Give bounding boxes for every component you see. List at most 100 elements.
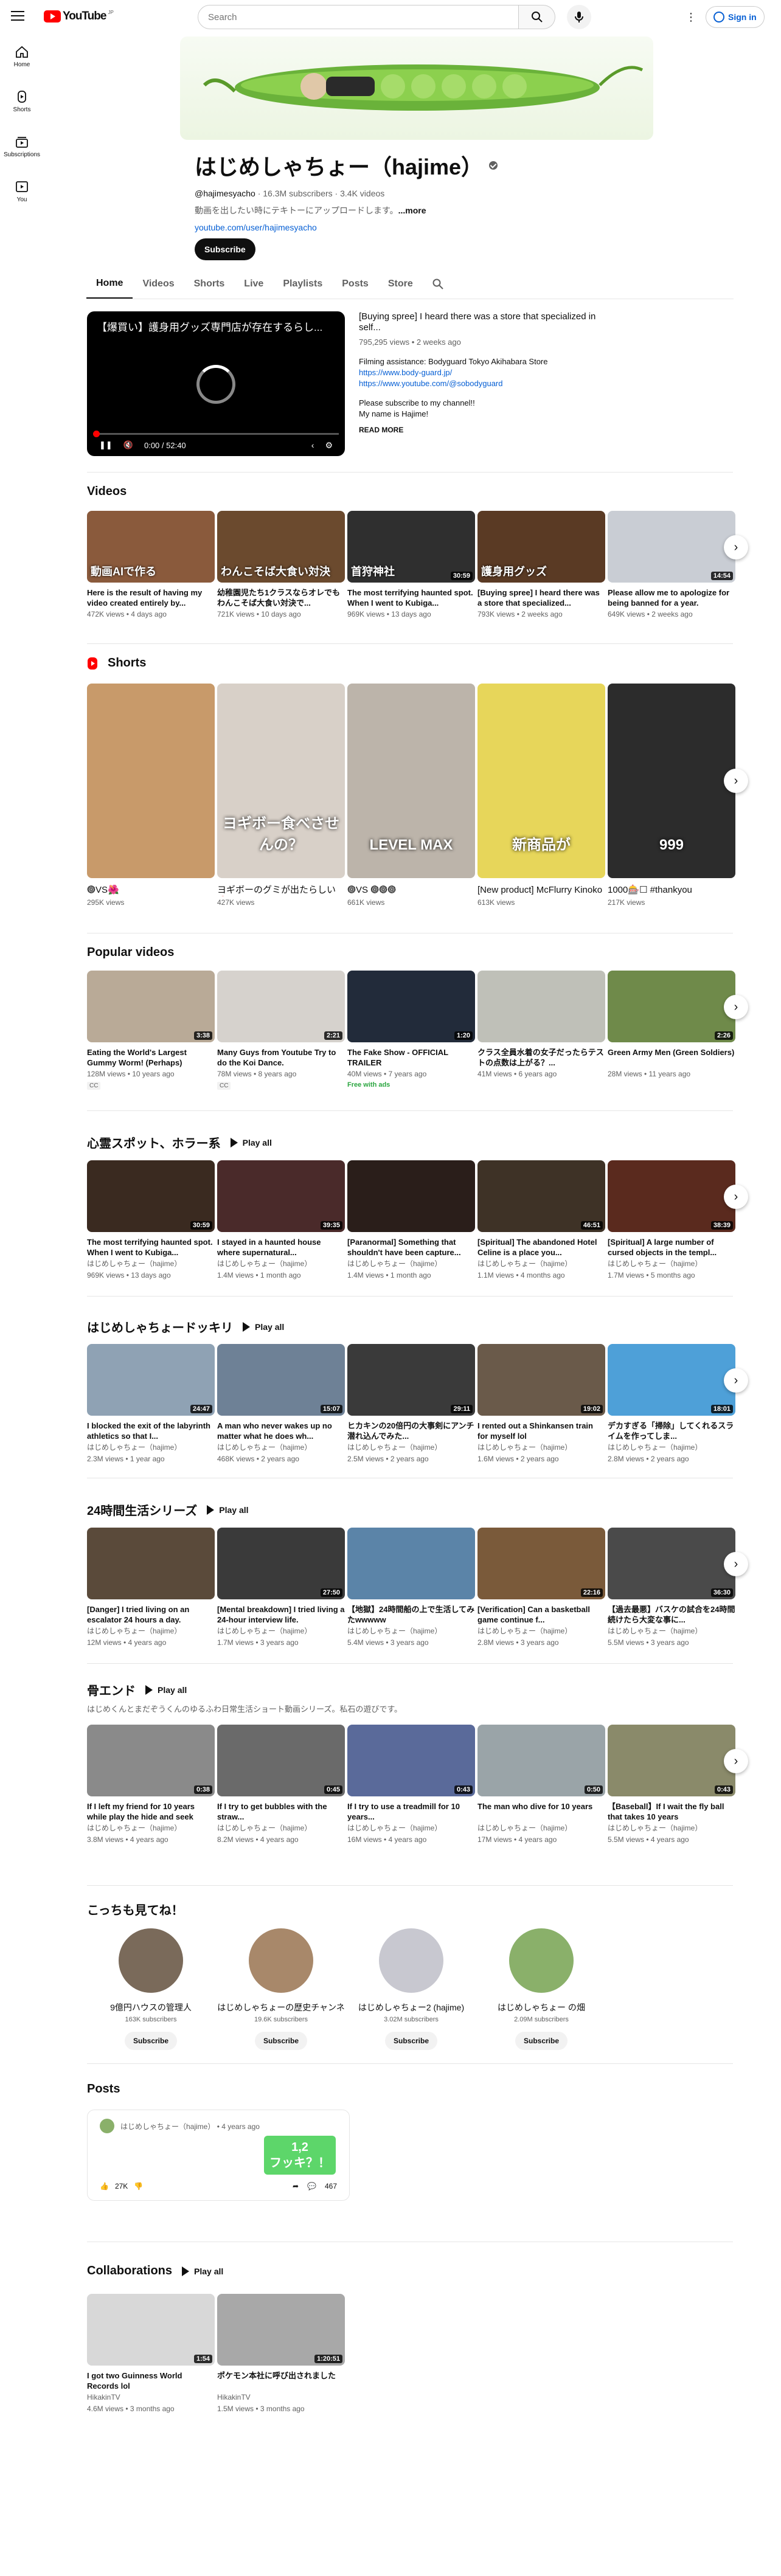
video-thumbnail[interactable]: 29:11 <box>347 1344 475 1416</box>
channel-name[interactable]: はじめしゃちょー（hajime） <box>608 1442 735 1453</box>
video-card[interactable]: 30:59 The most terrifying haunted spot. W… <box>87 1160 215 1281</box>
video-title[interactable]: If I try to use a treadmill for 10 years… <box>347 1801 475 1822</box>
video-thumbnail[interactable]: 46:51 <box>477 1160 605 1232</box>
video-thumbnail[interactable]: 0:38 <box>87 1725 215 1796</box>
video-thumbnail[interactable]: 動画AIで作る <box>87 511 215 583</box>
channel-name[interactable]: はじめしゃちょー（hajime） <box>87 1626 215 1636</box>
featured-channel-card[interactable]: 9億円ハウスの管理人 163K subscribers Subscribe <box>86 1928 216 2050</box>
short-card[interactable]: ヨギボー食べさせんの？ ヨギボーのグミが出たらしい❗️！！ 427K views <box>217 684 345 908</box>
read-more-link[interactable]: READ MORE <box>359 424 614 435</box>
next-arrow-button[interactable]: › <box>724 995 748 1019</box>
channel-name[interactable]: 9億円ハウスの管理人 <box>86 2001 216 2013</box>
share-icon[interactable]: ➦ <box>293 2182 299 2190</box>
video-title[interactable]: [Mental breakdown] I tried living a 24-h… <box>217 1604 345 1625</box>
video-title[interactable]: [Buying spree] I heard there was a store… <box>477 587 605 608</box>
play-all-button[interactable]: Play all <box>207 1505 248 1515</box>
video-thumbnail[interactable]: 22:16 <box>477 1528 605 1599</box>
featured-channel-card[interactable]: はじめしゃちょー の畑 2.09M subscribers Subscribe <box>476 1928 606 2050</box>
subscribe-button[interactable]: Subscribe <box>124 2032 178 2050</box>
video-card[interactable]: 動画AIで作る Here is the result of having my v… <box>87 511 215 620</box>
channel-name[interactable]: HikakinTV <box>87 2392 215 2403</box>
video-thumbnail[interactable] <box>87 1528 215 1599</box>
next-arrow-button[interactable]: › <box>724 1185 748 1209</box>
featured-title[interactable]: [Buying spree] I heard there was a store… <box>359 311 614 333</box>
tab-posts[interactable]: Posts <box>332 269 378 299</box>
channel-name[interactable]: はじめしゃちょー の畑 <box>476 2001 606 2013</box>
volume-icon[interactable]: 🔇 <box>123 440 133 450</box>
play-all-button[interactable]: Play all <box>145 1685 187 1695</box>
video-title[interactable]: Please allow me to apologize for being b… <box>608 587 735 608</box>
video-thumbnail[interactable]: 15:07 <box>217 1344 345 1416</box>
video-card[interactable]: 0:43 【Baseball】If I wait the fly ball tha… <box>608 1725 735 1845</box>
channel-name[interactable]: はじめしゃちょー（hajime） <box>347 1626 475 1636</box>
sidebar-item-shorts[interactable]: Shorts <box>0 79 44 124</box>
video-card[interactable]: 0:38 If I left my friend for 10 years whi… <box>87 1725 215 1845</box>
video-title[interactable]: 【地獄】24時間船の上で生活してみたwwwww <box>347 1604 475 1625</box>
video-card[interactable]: 46:51 [Spiritual] The abandoned Hotel Cel… <box>477 1160 605 1281</box>
video-card[interactable]: 22:16 [Verification] Can a basketball gam… <box>477 1528 605 1648</box>
video-title[interactable]: The most terrifying haunted spot. When I… <box>87 1237 215 1258</box>
video-thumbnail[interactable]: 19:02 <box>477 1344 605 1416</box>
section-title-horror[interactable]: 心霊スポット、ホラー系 Play all <box>87 1134 272 1151</box>
video-thumbnail[interactable]: 2:26 <box>608 971 735 1042</box>
video-card[interactable]: 38:39 [Spiritual] A large number of curse… <box>608 1160 735 1281</box>
video-title[interactable]: The Fake Show - OFFICIAL TRAILER <box>347 1047 475 1068</box>
video-title[interactable]: デカすぎる「掃除」してくれるスライムを作ってしま... <box>608 1421 735 1441</box>
youtube-logo[interactable]: YouTube JP <box>44 10 114 23</box>
channel-name[interactable]: はじめしゃちょー（hajime） <box>87 1259 215 1269</box>
video-title[interactable]: 【Baseball】If I wait the fly ball that ta… <box>608 1801 735 1822</box>
tab-live[interactable]: Live <box>234 269 273 299</box>
short-title[interactable]: 𖣐VS 𖣐𖣐𖣐 <box>347 884 475 896</box>
short-thumbnail[interactable]: 新商品が <box>477 684 605 878</box>
video-thumbnail[interactable]: 1:54 <box>87 2294 215 2366</box>
video-title[interactable]: 【過去最悪】バスケの試合を24時間続けたら大変な事に... <box>608 1604 735 1625</box>
channel-avatar[interactable] <box>119 1928 183 1993</box>
short-thumbnail[interactable]: ヨギボー食べさせんの？ <box>217 684 345 878</box>
short-card[interactable]: 999 1000🎰☐ #thankyou 217K views <box>608 684 735 908</box>
channel-name[interactable]: はじめしゃちょー（hajime） <box>217 1626 345 1636</box>
video-card[interactable]: 0:43 If I try to use a treadmill for 10 y… <box>347 1725 475 1845</box>
video-card[interactable]: 19:02 I rented out a Shinkansen train for… <box>477 1344 605 1464</box>
video-title[interactable]: [Paranormal] Something that shouldn't ha… <box>347 1237 475 1258</box>
video-thumbnail[interactable]: わんこそば大食い対決 <box>217 511 345 583</box>
channel-name[interactable]: はじめしゃちょー（hajime） <box>608 1626 735 1636</box>
section-title-posts[interactable]: Posts <box>87 2082 120 2096</box>
next-arrow-button[interactable]: › <box>724 1749 748 1773</box>
section-title-dokkiri[interactable]: はじめしゃちょードッキリ Play all <box>87 1318 284 1335</box>
channel-link[interactable]: youtube.com/user/hajimesyacho <box>195 223 498 232</box>
video-thumbnail[interactable]: 30:59 <box>87 1160 215 1232</box>
video-title[interactable]: [Spiritual] A large number of cursed obj… <box>608 1237 735 1258</box>
section-title-24h[interactable]: 24時間生活シリーズ Play all <box>87 1501 249 1518</box>
featured-link-1[interactable]: https://www.body-guard.jp/ <box>359 367 614 378</box>
video-card[interactable]: 36:30 【過去最悪】バスケの試合を24時間続けたら大変な事に... はじめしゃち… <box>608 1528 735 1648</box>
video-card[interactable]: 1:54 I got two Guinness World Records lol… <box>87 2294 215 2414</box>
video-title[interactable]: I rented out a Shinkansen train for myse… <box>477 1421 605 1441</box>
settings-gear-icon[interactable]: ⚙ <box>325 440 333 451</box>
next-arrow-button[interactable]: › <box>724 1368 748 1393</box>
tab-playlists[interactable]: Playlists <box>273 269 332 299</box>
section-title-featured-channels[interactable]: こっちも見てね！ <box>87 1900 184 1918</box>
video-card[interactable]: 1:20:51 ポケモン本社に呼び出されました HikakinTV 1.5M view… <box>217 2294 345 2414</box>
channel-name[interactable]: はじめしゃちょー（hajime） <box>477 1823 605 1833</box>
channel-name[interactable]: HikakinTV <box>217 2392 345 2403</box>
video-thumbnail[interactable]: 27:50 <box>217 1528 345 1599</box>
video-card[interactable]: 29:11 ヒカキンの20倍円の大事剣にアンチ潜れ込んでみた... はじめしゃちょー… <box>347 1344 475 1464</box>
channel-name[interactable]: はじめしゃちょー（hajime） <box>608 1823 735 1833</box>
featured-video-player[interactable]: 【爆買い】護身用グッズ専門店が存在するらし... ❚❚ 🔇 0:00 / 52:… <box>87 311 345 456</box>
short-title[interactable]: [New product] McFlurry Kinoko no Yama an… <box>477 884 605 896</box>
channel-search-button[interactable] <box>423 269 453 299</box>
search-button[interactable] <box>519 5 555 29</box>
video-card[interactable]: 14:54 Please allow me to apologize for be… <box>608 511 735 620</box>
video-card[interactable]: 27:50 [Mental breakdown] I tried living a… <box>217 1528 345 1648</box>
video-card[interactable]: 0:50 The man who dive for 10 years はじめしゃちょ… <box>477 1725 605 1845</box>
channel-name[interactable]: はじめしゃちょー（hajime） <box>347 1442 475 1453</box>
video-title[interactable]: If I left my friend for 10 years while p… <box>87 1801 215 1822</box>
video-card[interactable]: 【地獄】24時間船の上で生活してみたwwwww はじめしゃちょー（hajime） 5… <box>347 1528 475 1648</box>
pause-icon[interactable]: ❚❚ <box>99 440 113 450</box>
channel-name[interactable]: はじめしゃちょー（hajime） <box>477 1442 605 1453</box>
video-thumbnail[interactable]: 36:30 <box>608 1528 735 1599</box>
video-thumbnail[interactable]: 0:45 <box>217 1725 345 1796</box>
video-title[interactable]: If I try to get bubbles with the straw..… <box>217 1801 345 1822</box>
video-title[interactable]: ポケモン本社に呼び出されました <box>217 2370 345 2391</box>
progress-bar[interactable] <box>93 431 339 437</box>
